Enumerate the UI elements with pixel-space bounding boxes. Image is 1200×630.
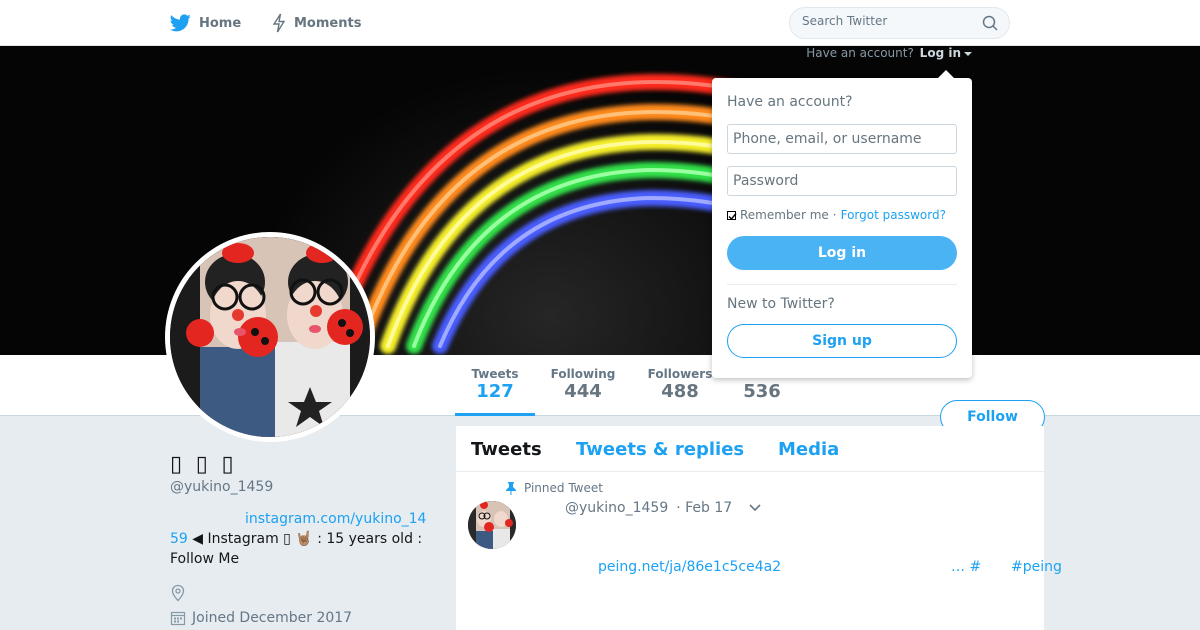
pin-icon — [506, 481, 516, 495]
dropdown-title: Have an account? — [727, 94, 853, 110]
account-hint: Have an account? Log in — [806, 46, 972, 60]
pinned-label: Pinned Tweet — [506, 481, 603, 495]
profile-name: ▯ ▯ ▯ — [170, 452, 237, 477]
moments-bolt-icon — [272, 13, 286, 33]
tweet-avatar-photo — [468, 501, 516, 549]
calendar-icon — [170, 611, 186, 626]
location-icon — [171, 584, 185, 602]
signup-button[interactable]: Sign up — [727, 324, 957, 358]
nav-home[interactable]: Home — [170, 0, 241, 46]
stat-value: 536 — [743, 381, 781, 402]
tweet-ellipsis[interactable]: … # — [951, 559, 981, 575]
forgot-password-link[interactable]: Forgot password? — [841, 208, 946, 222]
bio-text: ◀ Instagram ▯ 🤘🏽 : 15 years old : Follow… — [170, 531, 423, 567]
location-row — [170, 584, 186, 606]
stat-label: Followers — [647, 367, 713, 381]
tweet-link[interactable]: peing.net/ja/86e1c5ce4a2 — [598, 559, 781, 575]
stat-followers[interactable]: Followers 488 — [642, 367, 718, 403]
search-input[interactable] — [802, 14, 972, 28]
tweet-handle[interactable]: @yukino_1459 — [565, 500, 668, 516]
account-prompt: Have an account? — [806, 46, 914, 60]
nav-home-label: Home — [199, 15, 242, 31]
timeline: Tweets Tweets & replies Media Pinned Twe… — [456, 426, 1062, 630]
tweet-date[interactable]: · Feb 17 — [676, 500, 732, 516]
profile-handle: @yukino_1459 — [170, 479, 274, 495]
joined-date: Joined December 2017 — [192, 610, 353, 626]
bio-link-cont[interactable]: 59 — [170, 531, 188, 547]
search-icon[interactable] — [982, 15, 998, 31]
tweet-header: @yukino_1459 · Feb 17 — [565, 500, 762, 516]
joined-row: Joined December 2017 — [170, 610, 352, 626]
nav-moments[interactable]: Moments — [272, 0, 361, 46]
remember-checkbox[interactable] — [727, 210, 737, 220]
check-icon — [728, 212, 737, 220]
stat-value: 488 — [661, 381, 699, 402]
login-link[interactable]: Log in — [920, 46, 961, 60]
login-dropdown: Have an account? Remember me · Forgot pa… — [712, 70, 972, 378]
password-field[interactable] — [727, 166, 957, 196]
stat-value: 127 — [476, 381, 514, 402]
caret-down-icon[interactable] — [964, 51, 972, 56]
twitter-bird-icon — [170, 14, 191, 32]
new-to-twitter: New to Twitter? — [727, 296, 835, 312]
chevron-down-icon[interactable] — [748, 503, 762, 513]
tab-media[interactable]: Media — [778, 439, 839, 460]
top-nav: Home Moments — [0, 0, 1200, 46]
tab-tweets-replies[interactable]: Tweets & replies — [576, 439, 744, 460]
stat-label: Following — [550, 367, 616, 381]
username-field[interactable] — [727, 124, 957, 154]
tweet-hashtag[interactable]: #peing — [1011, 559, 1062, 575]
remember-label[interactable]: Remember me — [740, 208, 829, 222]
stat-tweets[interactable]: Tweets 127 — [455, 367, 535, 416]
stat-value: 444 — [564, 381, 602, 402]
profile-avatar[interactable] — [165, 232, 375, 442]
stat-following[interactable]: Following 444 — [545, 367, 621, 403]
bio-link[interactable]: instagram.com/yukino_14 — [245, 511, 426, 527]
timeline-tabs: Tweets Tweets & replies Media — [456, 426, 1044, 472]
divider — [727, 284, 957, 285]
tab-tweets[interactable]: Tweets — [471, 439, 542, 460]
stat-label: Tweets — [471, 367, 519, 381]
search-box — [789, 7, 1010, 39]
nav-moments-label: Moments — [294, 15, 362, 31]
login-button[interactable]: Log in — [727, 236, 957, 270]
profile-bio: instagram.com/yukino_14 59 ◀ Instagram ▯… — [170, 509, 440, 569]
avatar-photo — [170, 237, 370, 437]
remember-row: Remember me · Forgot password? — [727, 208, 946, 222]
separator: · — [832, 208, 837, 222]
tweet-avatar[interactable] — [468, 501, 516, 549]
pinned-text: Pinned Tweet — [524, 481, 603, 495]
